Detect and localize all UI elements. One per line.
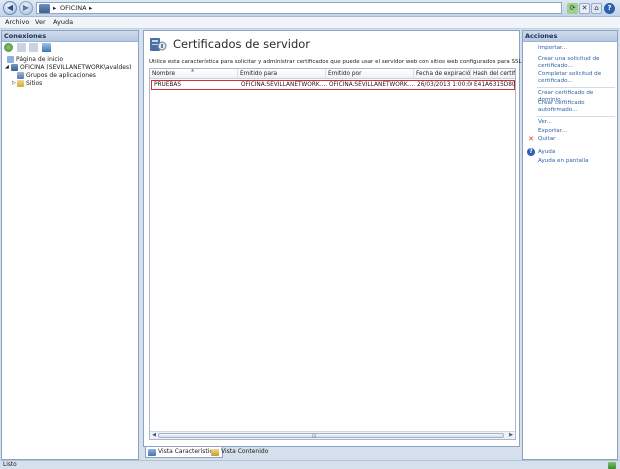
- action-complete-request[interactable]: Completar solicitud de certificado...: [538, 71, 616, 85]
- refresh-tree-icon[interactable]: [42, 43, 51, 52]
- save-icon[interactable]: [17, 43, 26, 52]
- table-row[interactable]: PRUEBAS OFICINA.SEVILLANETWORK.... OFICI…: [151, 80, 515, 90]
- column-header-expiration[interactable]: Fecha de expiración: [414, 69, 471, 79]
- cell-expiration: 26/03/2013 1:00:00: [417, 82, 472, 88]
- connections-title: Conexiones: [2, 31, 138, 42]
- stop-icon[interactable]: ✕: [579, 3, 590, 14]
- certificates-list: Nombre ▲ Emitido para Emitido por Fecha …: [149, 68, 516, 440]
- cell-issued-to: OFICINA.SEVILLANETWORK....: [241, 82, 327, 88]
- up-icon[interactable]: [29, 43, 38, 52]
- actions-separator: [537, 116, 615, 117]
- menu-bar: Archivo Ver Ayuda: [0, 17, 620, 29]
- actions-separator: [537, 87, 615, 88]
- cell-hash: E41A6315D8052: [474, 82, 516, 88]
- tree-item-app-pools[interactable]: Grupos de aplicaciones: [26, 72, 96, 79]
- breadcrumb-separator-end: ▸: [89, 4, 93, 12]
- actions-pane: Acciones Importar... Crear una solicitud…: [522, 30, 618, 460]
- refresh-icon[interactable]: ⟳: [567, 3, 578, 14]
- actions-title: Acciones: [523, 31, 617, 42]
- page-description: Utilice esta característica para solicit…: [149, 59, 524, 65]
- tab-content-label: Vista Contenido: [221, 448, 269, 455]
- view-tabs: Vista Características Vista Contenido: [143, 447, 520, 458]
- address-bar: ◀ ▶ ▸ OFICINA ▸ ⟳ ✕ ⌂ ?: [0, 0, 620, 17]
- action-remove[interactable]: Quitar: [538, 136, 616, 143]
- address-field[interactable]: ▸ OFICINA ▸: [36, 2, 562, 14]
- main-content: Certificados de servidor Utilice esta ca…: [143, 30, 524, 447]
- action-create-self-signed[interactable]: Crear certificado autofirmado...: [538, 100, 616, 114]
- expand-arrow-icon[interactable]: ◢: [5, 64, 9, 71]
- action-create-request[interactable]: Crear una solicitud de certificado...: [538, 56, 616, 70]
- action-online-help[interactable]: Ayuda en pantalla: [538, 158, 616, 165]
- action-export[interactable]: Exportar...: [538, 128, 616, 135]
- tree-item-home[interactable]: Página de inicio: [16, 56, 63, 63]
- list-header: Nombre ▲ Emitido para Emitido por Fecha …: [150, 69, 515, 79]
- content-view-icon: [211, 449, 219, 456]
- collapsed-arrow-icon[interactable]: ▷: [12, 80, 16, 87]
- iis-server-icon: [39, 4, 50, 13]
- server-certificates-icon: [150, 38, 167, 51]
- tab-content-view[interactable]: Vista Contenido: [209, 447, 271, 458]
- tree-item-sites[interactable]: Sitios: [26, 80, 42, 87]
- tree-item-server[interactable]: OFICINA (SEVILLANETWORK\avaldes): [20, 64, 131, 71]
- status-text: Listo: [3, 462, 17, 468]
- cell-name: PRUEBAS: [154, 82, 182, 88]
- back-arrow-icon: ◀: [6, 3, 14, 12]
- features-view-icon: [148, 449, 156, 456]
- connections-pane: Conexiones Página de inicio ◢ OFICINA (S…: [1, 30, 139, 460]
- cell-issued-by: OFICINA.SEVILLANETWORK....: [329, 82, 415, 88]
- help-icon: ?: [527, 148, 535, 156]
- forward-arrow-icon: ▶: [22, 3, 30, 12]
- server-icon: [11, 64, 18, 71]
- menu-ayuda[interactable]: Ayuda: [53, 18, 73, 26]
- action-import[interactable]: Importar...: [538, 45, 616, 52]
- app-pools-icon: [17, 72, 24, 79]
- connect-icon[interactable]: [4, 43, 13, 52]
- network-status-icon: [608, 462, 616, 469]
- home-page-icon: [7, 56, 14, 63]
- sites-folder-icon: [17, 80, 24, 87]
- page-title: Certificados de servidor: [173, 37, 311, 51]
- help-icon[interactable]: ?: [604, 3, 615, 14]
- action-view[interactable]: Ver...: [538, 119, 616, 126]
- sort-ascending-icon: ▲: [191, 68, 195, 72]
- scroll-thumb[interactable]: [158, 433, 504, 438]
- back-button[interactable]: ◀: [3, 1, 17, 15]
- menu-archivo[interactable]: Archivo: [5, 18, 29, 26]
- breadcrumb-item-oficina[interactable]: OFICINA: [60, 4, 87, 12]
- breadcrumb-separator: ▸: [53, 4, 57, 12]
- forward-button[interactable]: ▶: [19, 1, 33, 15]
- action-help[interactable]: Ayuda: [538, 149, 616, 156]
- scroll-left-icon[interactable]: ◀: [150, 432, 158, 439]
- menu-ver[interactable]: Ver: [35, 18, 46, 26]
- scroll-right-icon[interactable]: ▶: [507, 432, 515, 439]
- column-header-issued-to[interactable]: Emitido para: [238, 69, 326, 79]
- home-icon[interactable]: ⌂: [591, 3, 602, 14]
- column-header-hash[interactable]: Hash del certific: [471, 69, 515, 79]
- remove-icon: ✕: [528, 135, 534, 143]
- horizontal-scrollbar[interactable]: ◀ ||| ▶: [150, 431, 515, 439]
- column-header-issued-by[interactable]: Emitido por: [326, 69, 414, 79]
- status-bar: Listo: [0, 460, 620, 469]
- scroll-grip-icon: |||: [312, 433, 317, 438]
